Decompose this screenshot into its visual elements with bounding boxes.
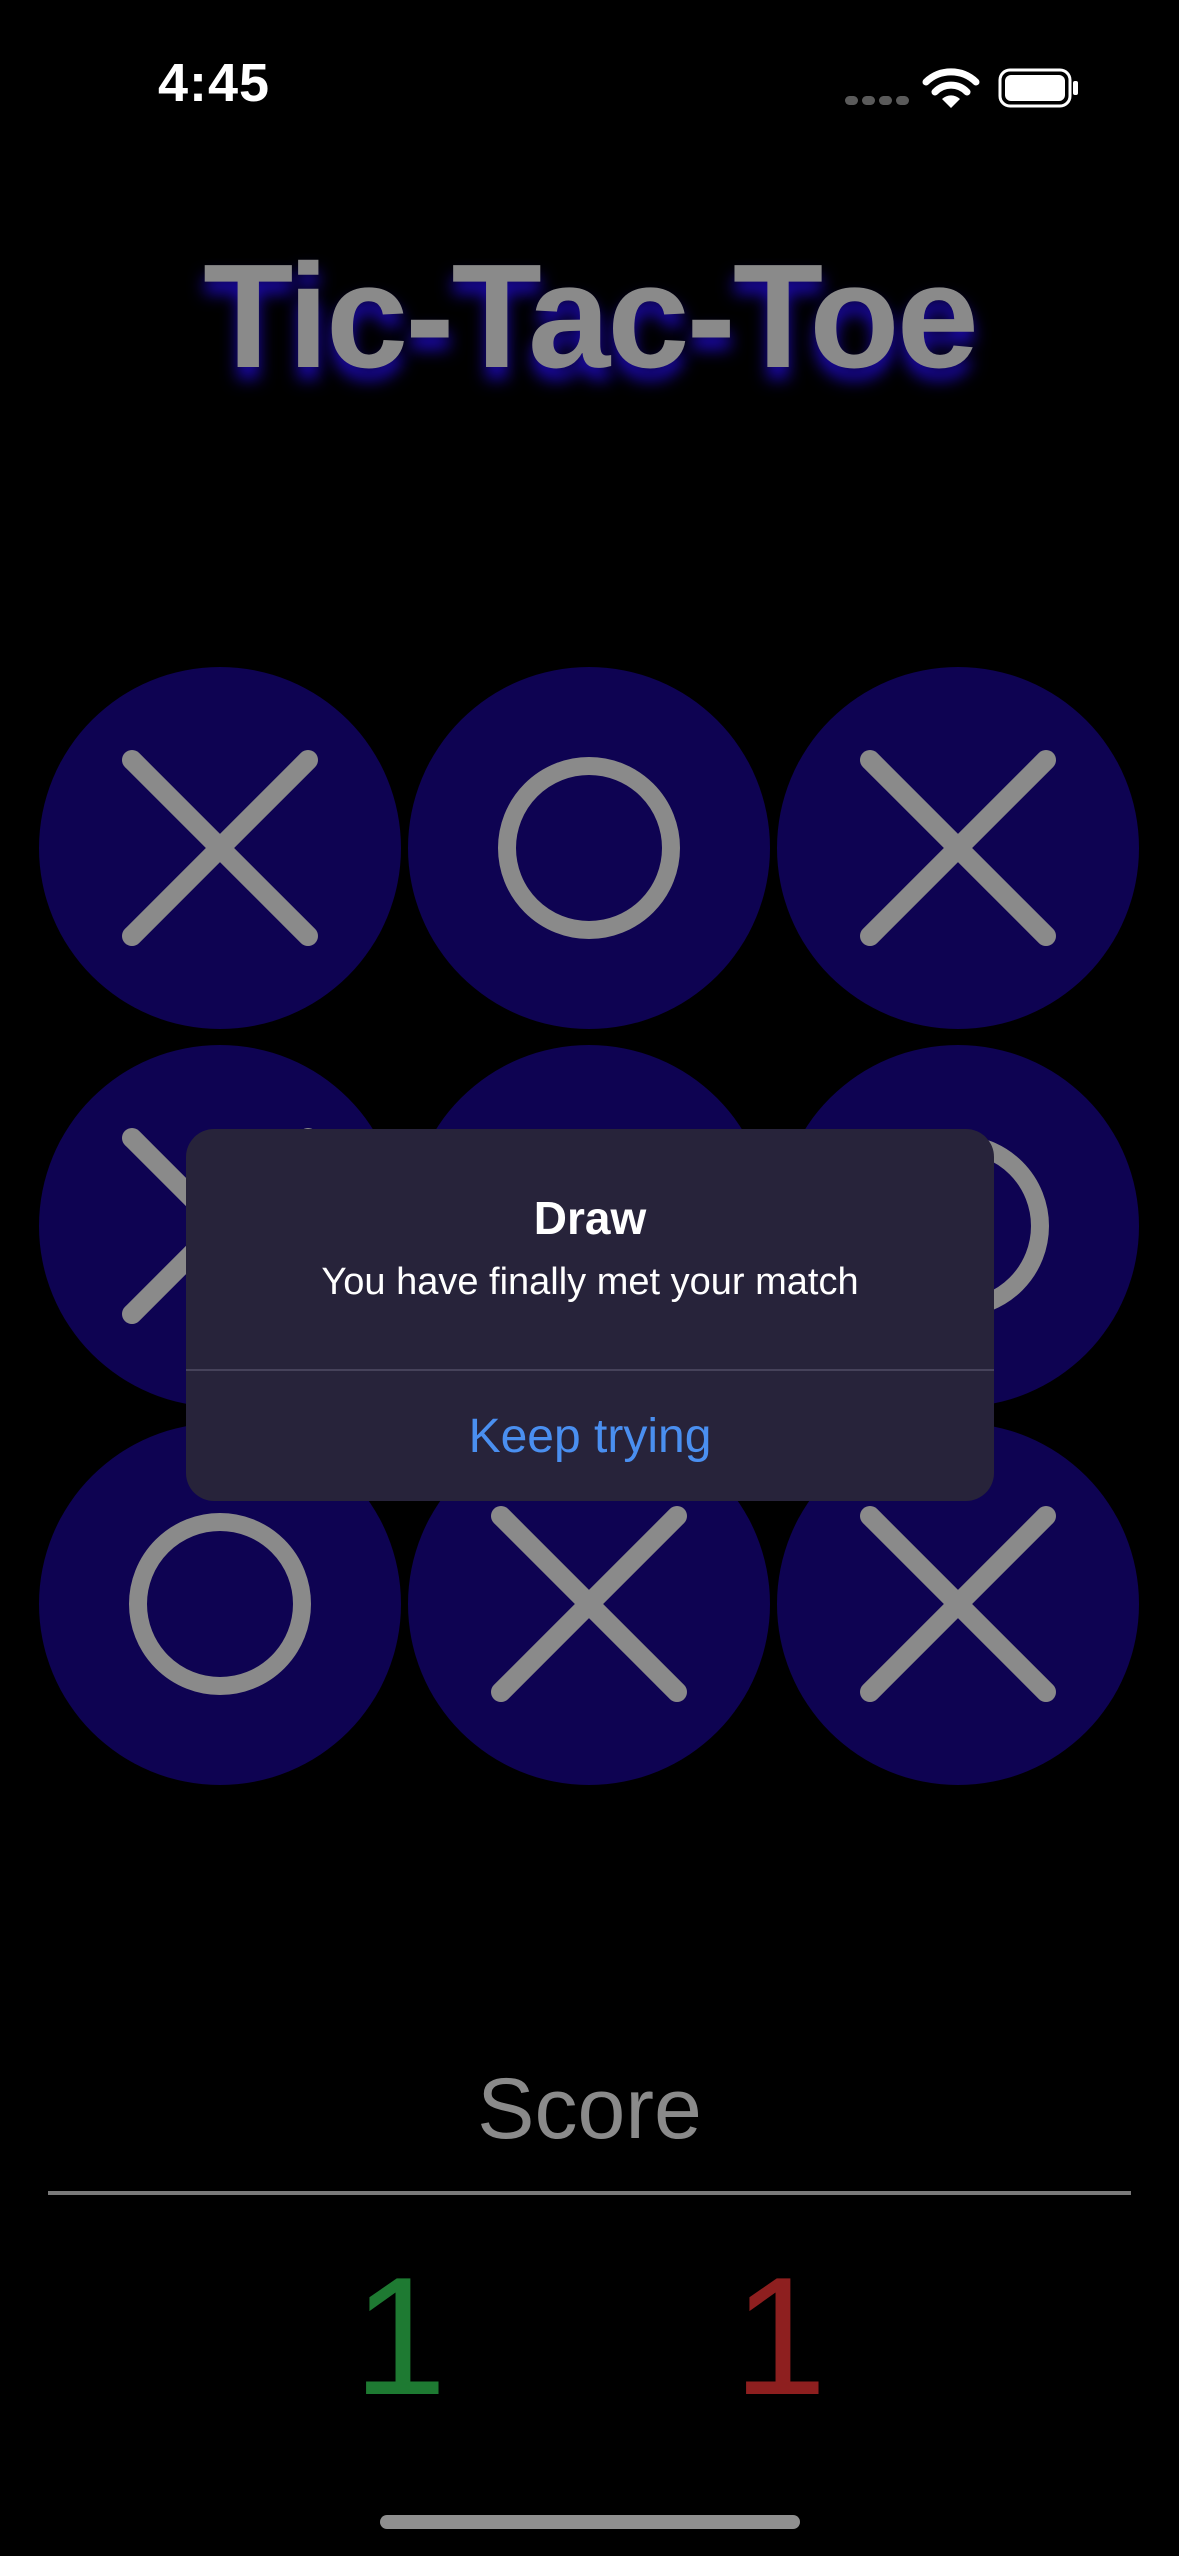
score-divider: [48, 2191, 1131, 2195]
o-mark-icon: [498, 757, 680, 939]
keep-trying-button[interactable]: Keep trying: [186, 1371, 994, 1501]
game-title: Tic-Tac-Toe: [203, 234, 979, 399]
score-label: Score: [477, 2061, 702, 2157]
player-score: 1: [353, 2242, 447, 2430]
x-mark-icon: [122, 750, 318, 946]
board-cell[interactable]: [777, 667, 1139, 1029]
status-time: 4:45: [158, 53, 271, 113]
board-cell[interactable]: [39, 667, 401, 1029]
alert-dialog: Draw You have finally met your match Kee…: [186, 1129, 994, 1501]
wifi-icon: [922, 68, 980, 108]
battery-icon: [998, 68, 1078, 108]
board-cell[interactable]: [408, 667, 770, 1029]
alert-message: You have finally met your match: [321, 1261, 859, 1303]
home-indicator[interactable]: [380, 2515, 800, 2529]
opponent-score: 1: [733, 2242, 827, 2430]
x-mark-icon: [860, 750, 1056, 946]
alert-title: Draw: [533, 1192, 647, 1244]
